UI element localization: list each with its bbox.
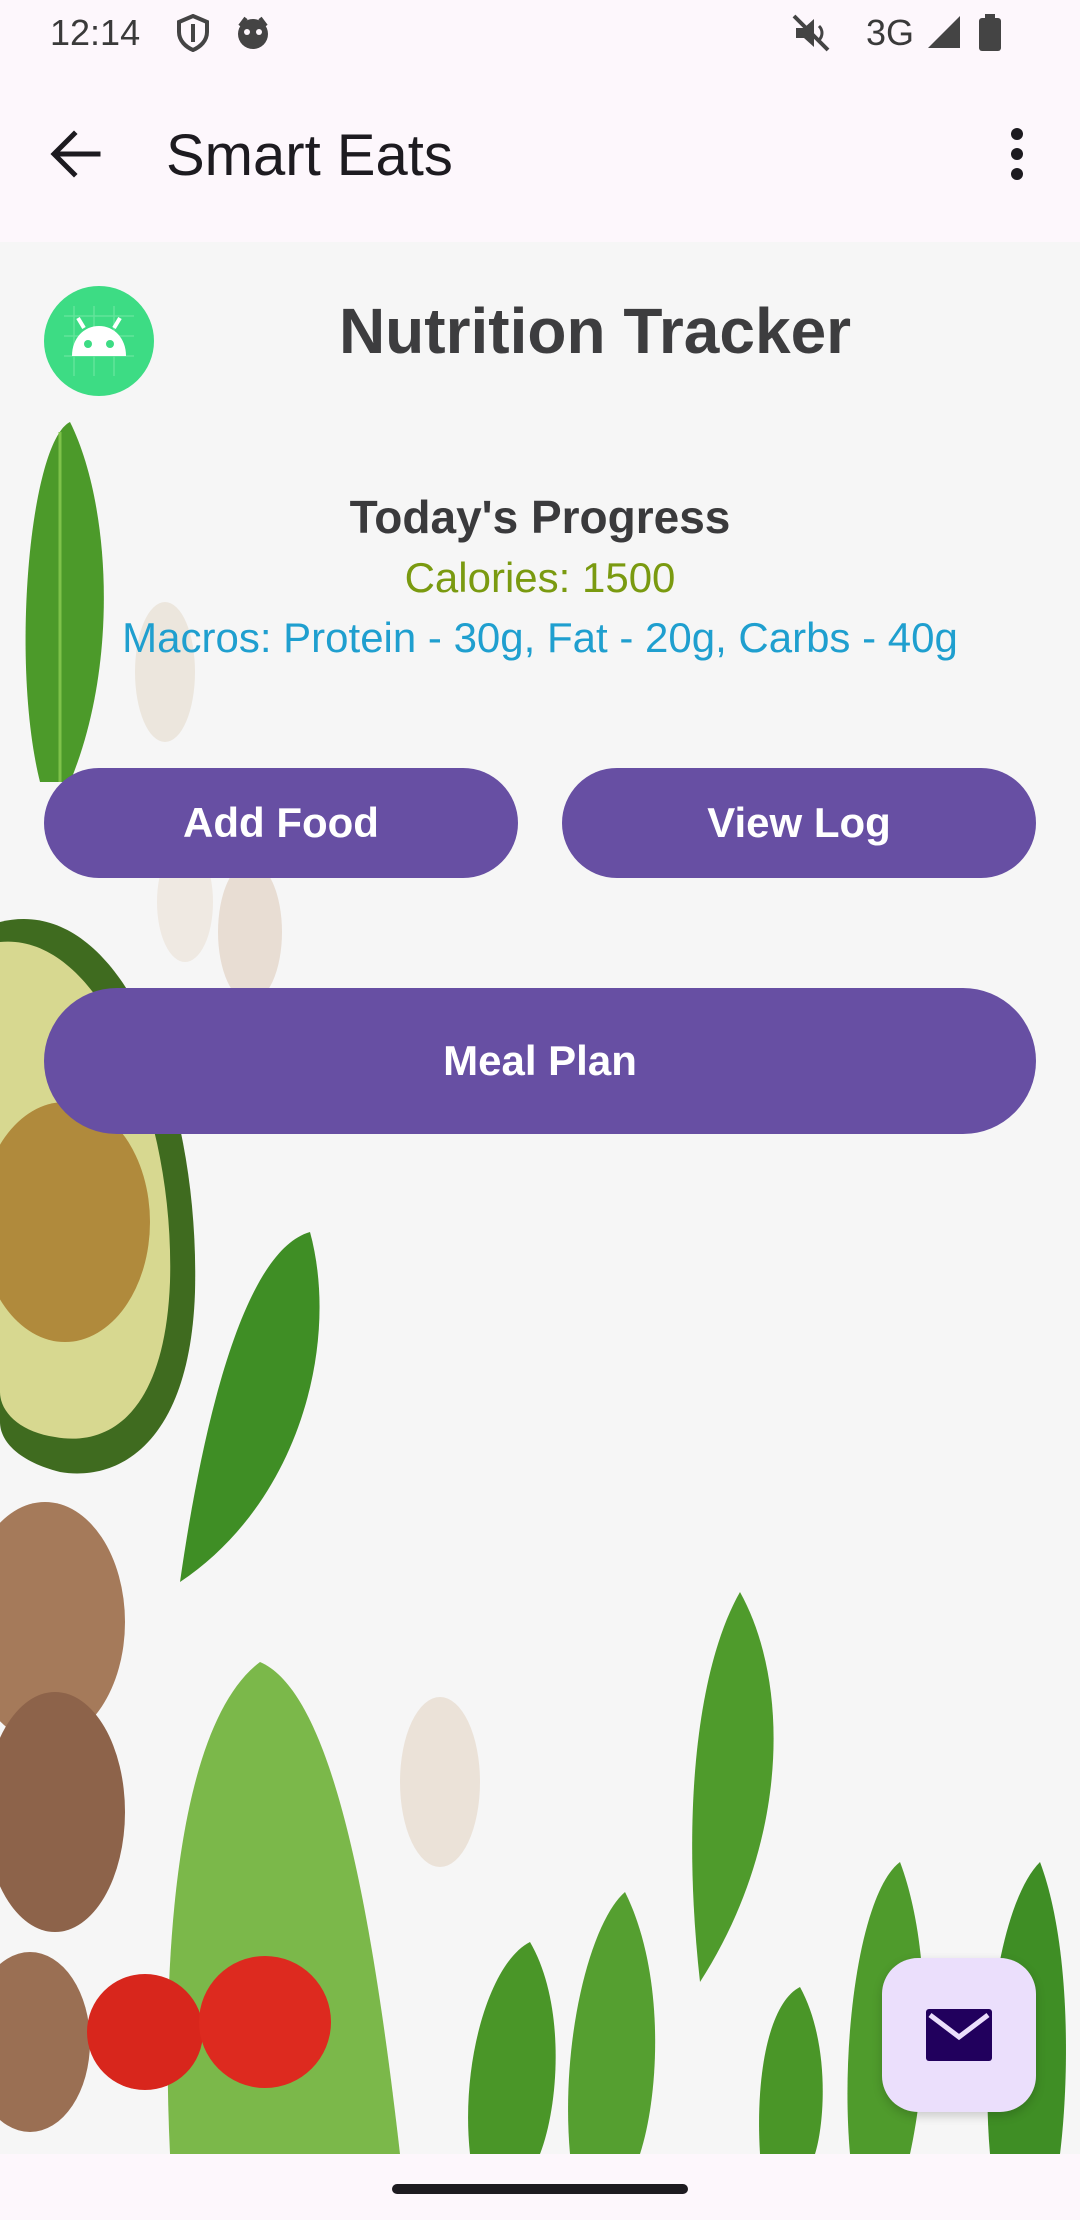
status-time: 12:14 bbox=[50, 12, 141, 53]
mute-icon bbox=[792, 14, 832, 57]
screen-title: Nutrition Tracker bbox=[338, 295, 852, 367]
more-vert-icon bbox=[1011, 128, 1023, 180]
progress-title: Today's Progress bbox=[349, 491, 731, 543]
arrow-back-icon bbox=[50, 130, 101, 178]
mail-icon bbox=[926, 2009, 992, 2061]
back-button[interactable] bbox=[40, 118, 112, 190]
top-app-bar: Smart Eats bbox=[0, 66, 1080, 242]
app-logo bbox=[44, 286, 154, 396]
calories-text: Calories: 1500 bbox=[404, 554, 676, 601]
view-log-button[interactable]: View Log bbox=[562, 768, 1036, 878]
main-content: Nutrition Tracker Today's Progress Calor… bbox=[0, 242, 1080, 2154]
email-fab-button[interactable] bbox=[882, 1958, 1036, 2112]
app-title: Smart Eats bbox=[166, 123, 453, 188]
signal-icon bbox=[926, 14, 962, 55]
network-type: 3G bbox=[866, 12, 915, 53]
gesture-nav-bar bbox=[0, 2154, 1080, 2220]
face-icon bbox=[234, 14, 272, 57]
status-bar: 12:14 3G bbox=[0, 0, 1080, 66]
home-gesture-handle[interactable] bbox=[392, 2184, 688, 2194]
macros-text: Macros: Protein - 30g, Fat - 20g, Carbs … bbox=[122, 614, 958, 661]
android-logo-icon bbox=[44, 286, 154, 396]
shield-icon bbox=[176, 13, 210, 57]
more-options-button[interactable] bbox=[990, 118, 1044, 190]
add-food-button[interactable]: Add Food bbox=[44, 768, 518, 878]
meal-plan-button[interactable]: Meal Plan bbox=[44, 988, 1036, 1134]
battery-icon bbox=[978, 14, 1002, 57]
